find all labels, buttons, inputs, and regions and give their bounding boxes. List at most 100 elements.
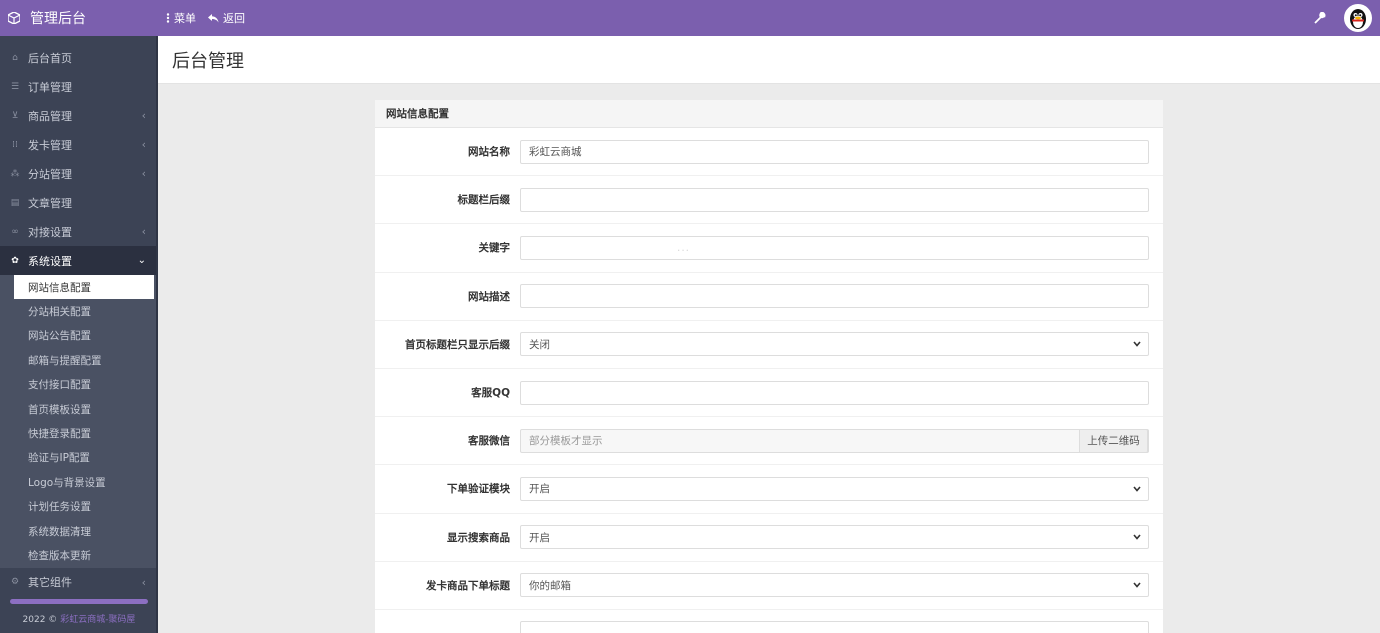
sidebar-item-label: 文章管理 xyxy=(28,196,72,210)
back-button[interactable]: 返回 xyxy=(208,10,245,26)
form-row-title-suffix: 标题栏后缀 xyxy=(375,176,1163,225)
submenu-item-mail[interactable]: 邮箱与提醒配置 xyxy=(0,348,156,372)
form-row-title-only-suffix: 首页标题栏只显示后缀 关闭 xyxy=(375,321,1163,369)
submenu-item-update[interactable]: 检查版本更新 xyxy=(0,543,156,567)
sidebar-item-label: 发卡管理 xyxy=(28,138,72,152)
form-row-wechat: 客服微信 部分模板才显示 上传二维码 xyxy=(375,417,1163,466)
footer-year: 2022 © xyxy=(22,615,58,625)
form-row-partial xyxy=(375,610,1163,633)
field-label: 显示搜索商品 xyxy=(447,531,510,544)
submenu-item-substation[interactable]: 分站相关配置 xyxy=(0,299,156,323)
chevron-down-icon xyxy=(1133,582,1141,589)
sidebar-item-label: 分站管理 xyxy=(28,167,72,181)
field-label: 网站名称 xyxy=(468,146,510,159)
chevron-down-icon xyxy=(1133,341,1141,348)
sidebar-item-products[interactable]: ⊻ 商品管理 ‹ xyxy=(0,101,156,130)
field-label: 关键字 xyxy=(478,242,511,255)
select-value: 关闭 xyxy=(529,338,550,351)
wrench-icon[interactable] xyxy=(1314,12,1326,24)
select-value: 开启 xyxy=(529,483,550,496)
sidebar-progress-bar xyxy=(10,599,148,604)
sidebar-item-system-settings[interactable]: ✿ 系统设置 ⌄ xyxy=(0,246,156,275)
field-label: 首页标题栏只显示后缀 xyxy=(405,338,510,351)
sidebar-item-label: 商品管理 xyxy=(28,109,72,123)
site-name-input[interactable]: 彩虹云商城 xyxy=(520,139,1149,164)
chevron-left-icon: ‹ xyxy=(141,225,146,238)
submenu-item-cron[interactable]: 计划任务设置 xyxy=(0,495,156,519)
cogs-icon: ⚙ xyxy=(10,577,20,588)
top-right-tools xyxy=(1314,0,1372,36)
show-search-select[interactable]: 开启 xyxy=(520,525,1149,550)
avatar[interactable] xyxy=(1344,4,1372,32)
field-label: 下单验证模块 xyxy=(447,483,510,496)
submenu-item-logo[interactable]: Logo与背景设置 xyxy=(0,470,156,494)
keywords-input[interactable]: ... xyxy=(520,235,1149,260)
sidebar-item-label: 订单管理 xyxy=(28,80,72,94)
reply-icon xyxy=(208,14,219,23)
chevron-left-icon: ‹ xyxy=(141,575,146,589)
chevron-down-icon xyxy=(1133,534,1141,540)
link-icon: ∞ xyxy=(11,226,19,237)
form-row-card-order-title: 发卡商品下单标题 你的邮箱 xyxy=(375,562,1163,610)
description-input[interactable] xyxy=(520,284,1149,309)
page-title: 后台管理 xyxy=(158,36,1380,84)
back-label: 返回 xyxy=(223,12,245,25)
title-only-suffix-select[interactable]: 关闭 xyxy=(520,332,1149,357)
upload-qrcode-button[interactable]: 上传二维码 xyxy=(1079,428,1148,453)
field-label: 客服QQ xyxy=(471,387,510,400)
order-verify-select[interactable]: 开启 xyxy=(520,476,1149,501)
sidebar-item-label: 系统设置 xyxy=(28,254,72,268)
sidebar-item-substations[interactable]: ⁂ 分站管理 ‹ xyxy=(0,159,156,188)
form-row-show-search: 显示搜索商品 开启 xyxy=(375,514,1163,562)
chevron-left-icon: ‹ xyxy=(141,138,146,151)
brand[interactable]: 管理后台 xyxy=(0,0,158,36)
wechat-placeholder: 部分模板才显示 xyxy=(529,435,603,448)
menu-toggle-button[interactable]: 菜单 xyxy=(166,10,196,26)
chevron-down-icon: ⌄ xyxy=(137,255,146,266)
keywords-value: ... xyxy=(677,241,691,254)
next-field-input[interactable] xyxy=(520,621,1149,633)
wechat-input[interactable]: 部分模板才显示 上传二维码 xyxy=(520,428,1149,453)
sidebar-item-orders[interactable]: ☰ 订单管理 xyxy=(0,72,156,101)
field-label: 标题栏后缀 xyxy=(457,194,511,207)
submenu-item-announcement[interactable]: 网站公告配置 xyxy=(0,324,156,348)
sidebar-item-other-components[interactable]: ⚙ 其它组件 ‹ xyxy=(0,568,156,597)
submenu-item-quick-login[interactable]: 快捷登录配置 xyxy=(0,421,156,445)
submenu-item-template[interactable]: 首页模板设置 xyxy=(0,397,156,421)
sidebar-item-docking[interactable]: ∞ 对接设置 ‹ xyxy=(0,217,156,246)
submenu-item-verify-ip[interactable]: 验证与IP配置 xyxy=(0,446,156,470)
system-settings-submenu: 网站信息配置 分站相关配置 网站公告配置 邮箱与提醒配置 支付接口配置 首页模板… xyxy=(0,275,156,568)
cube-icon xyxy=(8,12,20,24)
submenu-item-payment[interactable]: 支付接口配置 xyxy=(0,373,156,397)
field-label: 网站描述 xyxy=(468,290,510,303)
sidebar-footer: 2022 © 彩虹云商城-聚码屋 xyxy=(0,612,158,625)
cart-icon: ⊻ xyxy=(11,110,19,121)
site-info-panel: 网站信息配置 网站名称 彩虹云商城 标题栏后缀 关键字 ... 网站描述 首页标… xyxy=(375,100,1163,633)
chevron-left-icon: ‹ xyxy=(141,167,146,180)
sidebar-item-label: 其它组件 xyxy=(28,576,72,590)
select-value: 开启 xyxy=(529,531,550,544)
menu-label: 菜单 xyxy=(174,12,196,25)
brand-title: 管理后台 xyxy=(30,11,86,27)
list-icon: ☰ xyxy=(10,81,20,92)
form-row-order-verify: 下单验证模块 开启 xyxy=(375,465,1163,514)
submenu-item-site-info[interactable]: 网站信息配置 xyxy=(14,275,154,300)
sidebar-item-home[interactable]: ⌂ 后台首页 xyxy=(0,43,156,72)
sidebar-item-articles[interactable]: ▤ 文章管理 xyxy=(0,188,156,217)
qq-input[interactable] xyxy=(520,380,1149,405)
sidebar-item-cards[interactable]: ⁞⁞ 发卡管理 ‹ xyxy=(0,130,156,159)
card-order-title-select[interactable]: 你的邮箱 xyxy=(520,573,1149,598)
field-label: 发卡商品下单标题 xyxy=(426,579,510,592)
book-icon: ▤ xyxy=(10,197,20,208)
title-suffix-input[interactable] xyxy=(520,187,1149,212)
submenu-item-cleanup[interactable]: 系统数据清理 xyxy=(0,519,156,543)
home-icon: ⌂ xyxy=(12,52,18,63)
penguin-icon xyxy=(1350,9,1366,29)
chevron-left-icon: ‹ xyxy=(141,109,146,122)
footer-link[interactable]: 彩虹云商城-聚码屋 xyxy=(60,615,135,625)
menu-dots-icon xyxy=(166,13,170,23)
form-row-description: 网站描述 xyxy=(375,273,1163,321)
select-value: 你的邮箱 xyxy=(529,579,571,592)
panel-title: 网站信息配置 xyxy=(375,100,1163,128)
field-label: 客服微信 xyxy=(468,435,510,448)
